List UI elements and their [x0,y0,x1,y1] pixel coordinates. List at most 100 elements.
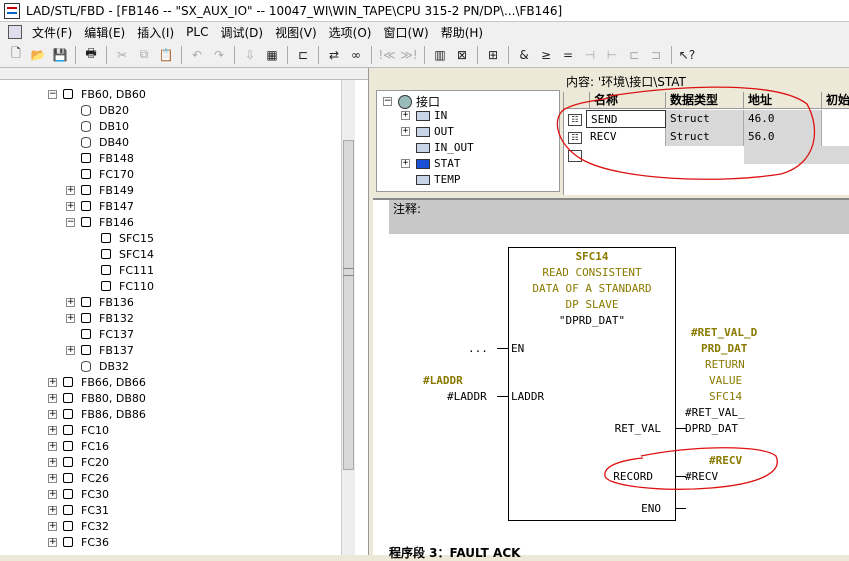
row-send-type[interactable]: Struct [666,110,744,128]
tree-item[interactable]: + FB132 [66,310,134,326]
laddr-input[interactable]: #LADDR [447,390,487,403]
menu-window[interactable]: 窗口(W) [377,24,434,41]
tree-item[interactable]: SFC15 [101,230,154,246]
en-input-value[interactable]: ... [468,342,488,355]
interface-item[interactable]: + IN [401,109,447,122]
retval-output[interactable]: DPRD_DAT [685,422,738,435]
menu-plc[interactable]: PLC [180,25,214,39]
cut-icon[interactable]: ✂ [112,45,132,65]
tree-item[interactable]: DB20 [81,102,129,118]
copy-icon[interactable]: ⧉ [134,45,154,65]
expand-icon[interactable]: + [401,127,410,136]
paste-icon[interactable]: 📋 [156,45,176,65]
expand-icon[interactable]: + [48,377,57,387]
expand-icon[interactable]: + [66,345,75,355]
tree-item[interactable]: + FC10 [48,422,109,438]
expand-icon[interactable]: + [48,457,57,467]
glasses-icon[interactable]: ∞ [346,45,366,65]
box-icon[interactable]: & [514,45,534,65]
tree-item[interactable]: + FC32 [48,518,109,534]
col-address-header[interactable]: 地址 [744,92,822,109]
collapse-icon[interactable]: − [383,97,392,106]
next-network-icon[interactable]: ≫! [399,45,419,65]
expand-icon[interactable]: + [66,313,75,323]
row-send-name[interactable]: SEND [586,110,666,128]
zoom-icon[interactable]: ⊠ [452,45,472,65]
open-icon[interactable]: 📂 [28,45,48,65]
expand-icon[interactable]: + [48,489,57,499]
tree-item[interactable]: + FB86, DB86 [48,406,146,422]
expand-icon[interactable]: + [66,201,75,211]
line-icon[interactable]: ⊐ [646,45,666,65]
tree-item[interactable]: + FC26 [48,470,109,486]
collapse-icon[interactable]: − [66,217,75,227]
col-initial-header[interactable]: 初始 [822,92,849,109]
save-icon[interactable]: 💾 [50,45,70,65]
redo-icon[interactable]: ↷ [209,45,229,65]
tree-item[interactable]: + FC30 [48,486,109,502]
expand-icon[interactable]: + [48,505,57,515]
tree-item[interactable]: − FB146 [66,214,134,230]
tree-item[interactable]: + FC16 [48,438,109,454]
tree-item[interactable]: + FB149 [66,182,134,198]
col-name-header[interactable]: 名称 [590,92,666,109]
online-icon[interactable]: ⇄ [324,45,344,65]
tree-item[interactable]: − FB60, DB60 [48,86,146,102]
new-network-icon[interactable]: ⊞ [483,45,503,65]
scrollbar-thumb[interactable] [343,140,354,470]
print-icon[interactable]: 🖶 [81,45,101,65]
monitor-icon[interactable]: ▦ [262,45,282,65]
menu-debug[interactable]: 调试(D) [214,24,269,41]
tree-scrollbar[interactable] [341,80,355,555]
branch-open-icon[interactable]: ⊣ [580,45,600,65]
menu-help[interactable]: 帮助(H) [435,24,489,41]
assign-icon[interactable]: = [558,45,578,65]
row-recv-type[interactable]: Struct [666,128,744,146]
menu-insert[interactable]: 插入(I) [131,24,180,41]
tree-item[interactable]: DB32 [81,358,129,374]
expand-icon[interactable]: + [66,185,75,195]
tree-item[interactable]: FC111 [101,262,154,278]
download-icon[interactable]: ⇩ [240,45,260,65]
tree-item[interactable]: FB148 [81,150,134,166]
branch-icon[interactable]: ⊏ [624,45,644,65]
tree-item[interactable]: + FB137 [66,342,134,358]
menu-view[interactable]: 视图(V) [269,24,323,41]
interface-item[interactable]: IN_OUT [401,141,474,154]
menu-options[interactable]: 选项(O) [323,24,378,41]
tree-item[interactable]: + FB80, DB80 [48,390,146,406]
tree-item[interactable]: + FC31 [48,502,109,518]
branch-close-icon[interactable]: ⊢ [602,45,622,65]
interface-item[interactable]: + STAT [401,157,461,170]
tree-item[interactable]: DB40 [81,134,129,150]
overview-icon[interactable]: ⊏ [293,45,313,65]
comment-field[interactable]: 注释: [389,200,849,234]
tree-item[interactable]: DB10 [81,118,129,134]
expand-icon[interactable]: + [66,297,75,307]
undo-icon[interactable]: ↶ [187,45,207,65]
menu-file[interactable]: 文件(F) [26,24,78,41]
row-recv-name[interactable]: RECV [586,128,666,146]
tree-item[interactable]: + FB66, DB66 [48,374,146,390]
interface-root[interactable]: − 接口 [383,93,440,110]
tree-item[interactable]: + FC36 [48,534,109,550]
expand-icon[interactable]: + [48,393,57,403]
expand-icon[interactable]: + [401,111,410,120]
expand-icon[interactable]: + [48,473,57,483]
system-menu-icon[interactable] [8,25,22,39]
tree-item[interactable]: FC137 [81,326,134,342]
tree-item[interactable]: FC170 [81,166,134,182]
col-type-header[interactable]: 数据类型 [666,92,744,109]
tree-item[interactable]: FC110 [101,278,154,294]
expand-icon[interactable]: + [401,159,410,168]
menu-edit[interactable]: 编辑(E) [78,24,131,41]
tree-item[interactable]: + FB147 [66,198,134,214]
expand-icon[interactable]: + [48,441,57,451]
tree-item[interactable]: SFC14 [101,246,154,262]
interface-item[interactable]: TEMP [401,173,461,186]
tree-item[interactable]: + FB136 [66,294,134,310]
help-pointer-icon[interactable]: ↖? [677,45,697,65]
expand-icon[interactable]: + [48,425,57,435]
retval-output[interactable]: #RET_VAL_ [685,406,745,419]
expand-icon[interactable]: + [48,409,57,419]
